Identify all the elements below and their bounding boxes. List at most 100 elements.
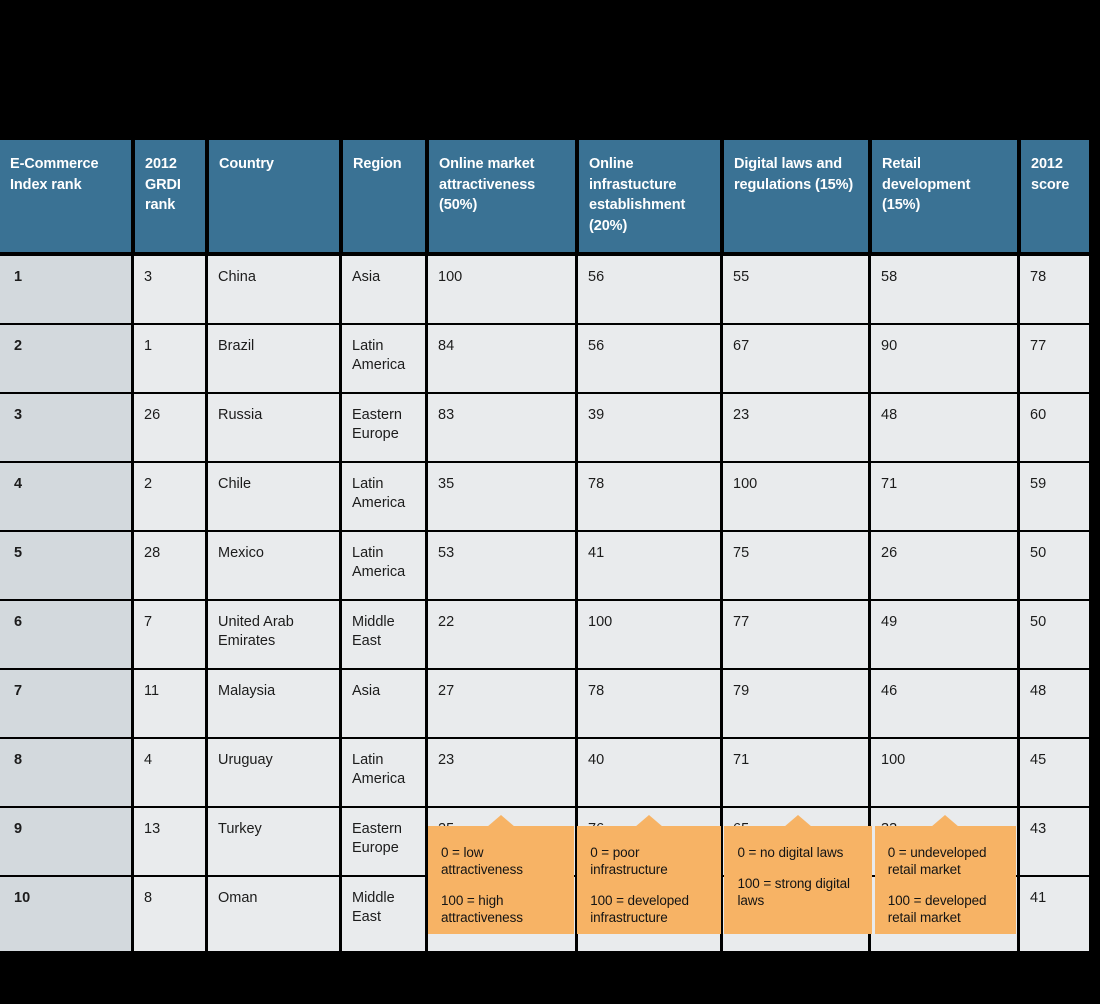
cell-laws: 75	[720, 530, 868, 600]
cell-rank: 5	[0, 530, 131, 600]
table-row: 2 1 Brazil Latin America 84 56 67 90 77	[0, 323, 1089, 393]
table-header: E-Commerce Index rank 2012 GRDI rank Cou…	[0, 140, 1089, 257]
cell-country: Mexico	[205, 530, 339, 600]
cell-retail: 46	[868, 668, 1017, 738]
callout-low-text: 0 = poor infrastructure	[590, 845, 668, 877]
cell-retail: 58	[868, 256, 1017, 324]
column-header-grdi: 2012 GRDI rank	[131, 140, 205, 257]
cell-infra: 78	[575, 668, 720, 738]
cell-score: 77	[1017, 323, 1089, 393]
callout-box: 0 = poor infrastructure 100 = developed i…	[577, 815, 722, 934]
callout-high-text: 100 = developed infrastructure	[590, 893, 689, 925]
cell-country: Malaysia	[205, 668, 339, 738]
table-row: 1 3 China Asia 100 56 55 58 78	[0, 256, 1089, 324]
cell-region: Latin America	[339, 323, 425, 393]
table-row: 6 7 United Arab Emirates Middle East 22 100 77…	[0, 599, 1089, 669]
cell-retail: 49	[868, 599, 1017, 669]
callout-low-text: 0 = undeveloped retail market	[887, 845, 987, 877]
cell-score: 48	[1017, 668, 1089, 738]
cell-rank: 3	[0, 392, 131, 462]
cell-rank: 9	[0, 806, 131, 876]
cell-infra: 56	[575, 323, 720, 393]
cell-country: Uruguay	[205, 737, 339, 807]
cell-score: 60	[1017, 392, 1089, 462]
cell-market: 84	[425, 323, 575, 393]
column-header-infra: Online infrastucture establishment (20%)	[575, 140, 720, 257]
cell-market: 22	[425, 599, 575, 669]
cell-grdi: 3	[131, 256, 205, 324]
cell-score: 78	[1017, 256, 1089, 324]
cell-rank: 4	[0, 461, 131, 531]
cell-retail: 26	[868, 530, 1017, 600]
column-header-laws: Digital laws and regulations (15%)	[720, 140, 868, 257]
column-header-rank: E-Commerce Index rank	[0, 140, 131, 257]
callout-high-text: 100 = strong digital laws	[737, 876, 850, 908]
cell-rank: 6	[0, 599, 131, 669]
callout-low-text: 0 = low attractiveness	[441, 845, 523, 877]
cell-region: Asia	[339, 256, 425, 324]
cell-infra: 78	[575, 461, 720, 531]
cell-market: 53	[425, 530, 575, 600]
cell-region: Middle East	[339, 875, 425, 952]
cell-grdi: 11	[131, 668, 205, 738]
cell-score: 50	[1017, 530, 1089, 600]
cell-grdi: 28	[131, 530, 205, 600]
cell-laws: 77	[720, 599, 868, 669]
table-row: 7 11 Malaysia Asia 27 78 79 46 48	[0, 668, 1089, 738]
cell-market: 35	[425, 461, 575, 531]
cell-rank: 8	[0, 737, 131, 807]
callout-arrow-icon	[931, 815, 960, 827]
cell-grdi: 4	[131, 737, 205, 807]
cell-laws: 79	[720, 668, 868, 738]
cell-grdi: 13	[131, 806, 205, 876]
cell-score: 59	[1017, 461, 1089, 531]
cell-retail: 90	[868, 323, 1017, 393]
table-row: 5 28 Mexico Latin America 53 41 75 26 50	[0, 530, 1089, 600]
cell-grdi: 26	[131, 392, 205, 462]
cell-country: Brazil	[205, 323, 339, 393]
cell-score: 41	[1017, 875, 1089, 952]
cell-retail: 71	[868, 461, 1017, 531]
cell-grdi: 2	[131, 461, 205, 531]
cell-country: Turkey	[205, 806, 339, 876]
cell-score: 43	[1017, 806, 1089, 876]
cell-market: 100	[425, 256, 575, 324]
cell-country: United Arab Emirates	[205, 599, 339, 669]
callout-arrow-icon	[635, 815, 664, 827]
table-row: 4 2 Chile Latin America 35 78 100 71 59	[0, 461, 1089, 531]
callout-arrow-icon	[784, 815, 813, 827]
cell-infra: 100	[575, 599, 720, 669]
column-header-country: Country	[205, 140, 339, 257]
cell-laws: 55	[720, 256, 868, 324]
cell-region: Eastern Europe	[339, 806, 425, 876]
cell-score: 50	[1017, 599, 1089, 669]
cell-rank: 2	[0, 323, 131, 393]
cell-laws: 71	[720, 737, 868, 807]
table-header-row: E-Commerce Index rank 2012 GRDI rank Cou…	[0, 140, 1089, 257]
cell-region: Eastern Europe	[339, 392, 425, 462]
cell-market: 27	[425, 668, 575, 738]
cell-rank: 10	[0, 875, 131, 952]
callout-high-text: 100 = high attractiveness	[441, 893, 523, 925]
callout-arrow-icon	[487, 815, 516, 827]
cell-country: China	[205, 256, 339, 324]
cell-retail: 100	[868, 737, 1017, 807]
cell-market: 23	[425, 737, 575, 807]
cell-infra: 41	[575, 530, 720, 600]
callout-box: 0 = no digital laws 100 = strong digital …	[724, 815, 872, 934]
cell-score: 45	[1017, 737, 1089, 807]
cell-region: Latin America	[339, 461, 425, 531]
cell-infra: 39	[575, 392, 720, 462]
callout-box: 0 = undeveloped retail market 100 = devel…	[874, 815, 1016, 934]
cell-grdi: 7	[131, 599, 205, 669]
cell-infra: 56	[575, 256, 720, 324]
cell-laws: 23	[720, 392, 868, 462]
cell-grdi: 8	[131, 875, 205, 952]
cell-infra: 40	[575, 737, 720, 807]
cell-laws: 67	[720, 323, 868, 393]
cell-rank: 7	[0, 668, 131, 738]
callout-high-text: 100 = developed retail market	[887, 893, 987, 925]
cell-retail: 48	[868, 392, 1017, 462]
cell-country: Russia	[205, 392, 339, 462]
callout-box: 0 = low attractiveness 100 = high attract…	[428, 815, 575, 934]
